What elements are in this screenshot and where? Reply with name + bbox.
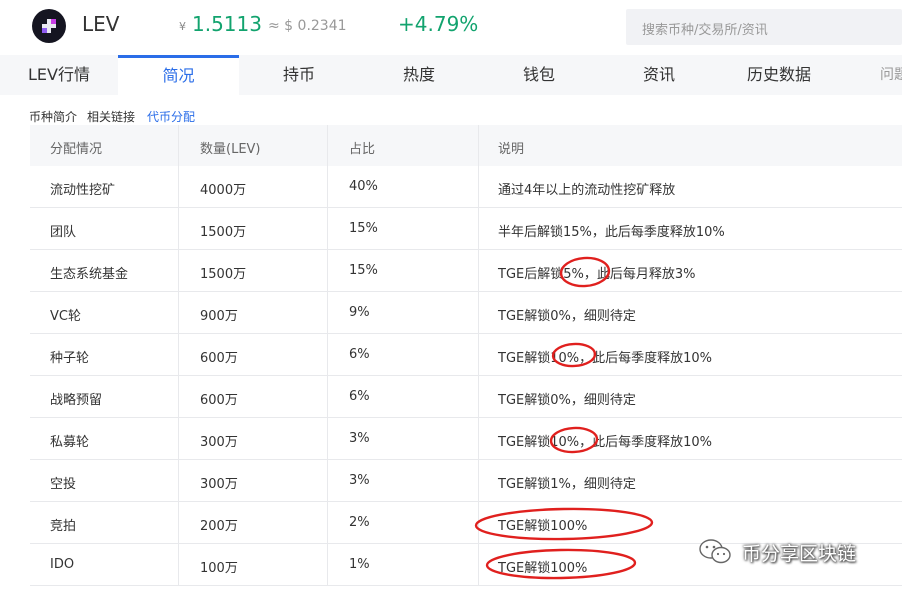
cell-description: 通过4年以上的流动性挖矿释放 [498, 183, 676, 198]
cell-amount: 600万 [200, 351, 238, 366]
cell-amount: 900万 [200, 309, 238, 324]
coin-header: LEV ¥ 1.5113 ≈ $ 0.2341 +4.79% 搜索币种/交易所/… [0, 0, 902, 55]
header-allocation: 分配情况 [50, 142, 103, 157]
coin-logo [32, 9, 66, 43]
cell-ratio: 15% [349, 221, 378, 236]
cell-ratio: 1% [349, 557, 370, 572]
cell-description: TGE解锁0%，细则待定 [498, 309, 636, 324]
watermark-text: 币分享区块链 [742, 543, 857, 565]
tab-popularity[interactable]: 热度 [359, 55, 479, 95]
tab-wallet[interactable]: 钱包 [479, 55, 599, 95]
tab-overview[interactable]: 简况 [118, 55, 239, 95]
cell-ratio: 6% [349, 389, 370, 404]
wechat-icon [699, 539, 731, 564]
cell-ratio: 2% [349, 515, 370, 530]
column-divider [178, 125, 179, 586]
table-row: 流动性挖矿 4000万 40% 通过4年以上的流动性挖矿释放 [30, 166, 902, 208]
price-cny: 1.5113 [192, 12, 262, 36]
cell-amount: 300万 [200, 477, 238, 492]
header-amount: 数量(LEV) [200, 142, 261, 157]
cell-ratio: 9% [349, 305, 370, 320]
cny-symbol: ¥ [179, 20, 186, 33]
column-divider [478, 125, 479, 586]
table-row: 私募轮 300万 3% TGE解锁10%，此后每季度释放10% [30, 418, 902, 460]
tab-questions[interactable]: 问题 [880, 55, 902, 95]
cell-ratio: 3% [349, 473, 370, 488]
cell-allocation: 私募轮 [50, 435, 90, 450]
cell-ratio: 3% [349, 431, 370, 446]
header-ratio: 占比 [349, 142, 376, 157]
table-header: 分配情况 数量(LEV) 占比 说明 [30, 125, 902, 166]
cell-amount: 300万 [200, 435, 238, 450]
cell-amount: 4000万 [200, 183, 247, 198]
cell-amount: 1500万 [200, 267, 247, 282]
cell-ratio: 40% [349, 179, 378, 194]
table-row: 种子轮 600万 6% TGE解锁10%，此后每季度释放10% [30, 334, 902, 376]
table-row: 生态系统基金 1500万 15% TGE后解锁5%，此后每月释放3% [30, 250, 902, 292]
price-change: +4.79% [398, 12, 479, 36]
cell-amount: 100万 [200, 561, 238, 576]
subtab-distribution[interactable]: 代币分配 [147, 108, 195, 125]
cell-ratio: 6% [349, 347, 370, 362]
column-divider [327, 125, 328, 586]
cell-allocation: 竞拍 [50, 519, 77, 534]
cell-allocation: 团队 [50, 225, 77, 240]
search-placeholder: 搜索币种/交易所/资讯 [642, 23, 768, 38]
cell-description: TGE后解锁5%，此后每月释放3% [498, 267, 696, 282]
subtab-links[interactable]: 相关链接 [87, 108, 135, 125]
cell-amount: 200万 [200, 519, 238, 534]
tab-holdings[interactable]: 持币 [239, 55, 359, 95]
tab-history[interactable]: 历史数据 [719, 55, 839, 95]
cell-allocation: 生态系统基金 [50, 267, 129, 282]
cell-allocation: IDO [50, 557, 75, 572]
tab-market[interactable]: LEV行情 [0, 55, 118, 95]
table-row: 团队 1500万 15% 半年后解锁15%，此后每季度释放10% [30, 208, 902, 250]
cell-allocation: 战略预留 [50, 393, 103, 408]
table-row: 竞拍 200万 2% TGE解锁100% [30, 502, 902, 544]
search-input[interactable]: 搜索币种/交易所/资讯 [626, 9, 902, 45]
cell-allocation: 种子轮 [50, 351, 90, 366]
main-tabs: LEV行情 简况 持币 热度 钱包 资讯 历史数据 问题 [0, 55, 902, 95]
cell-description: TGE解锁10%，此后每季度释放10% [498, 351, 713, 366]
cell-description: 半年后解锁15%，此后每季度释放10% [498, 225, 725, 240]
cell-allocation: VC轮 [50, 309, 81, 324]
cell-description: TGE解锁1%，细则待定 [498, 477, 636, 492]
cell-amount: 1500万 [200, 225, 247, 240]
cell-description: TGE解锁100% [498, 519, 588, 534]
cell-description: TGE解锁0%，细则待定 [498, 393, 636, 408]
cell-description: TGE解锁100% [498, 561, 588, 576]
subtab-intro[interactable]: 币种简介 [29, 108, 77, 125]
coin-symbol: LEV [82, 12, 120, 36]
cell-allocation: 空投 [50, 477, 77, 492]
table-row: VC轮 900万 9% TGE解锁0%，细则待定 [30, 292, 902, 334]
table-row: 战略预留 600万 6% TGE解锁0%，细则待定 [30, 376, 902, 418]
table-row: 空投 300万 3% TGE解锁1%，细则待定 [30, 460, 902, 502]
header-description: 说明 [498, 142, 525, 157]
cell-allocation: 流动性挖矿 [50, 183, 116, 198]
price-usd: ≈ $ 0.2341 [268, 18, 347, 34]
cell-description: TGE解锁10%，此后每季度释放10% [498, 435, 713, 450]
cell-amount: 600万 [200, 393, 238, 408]
tab-news[interactable]: 资讯 [599, 55, 719, 95]
cell-ratio: 15% [349, 263, 378, 278]
